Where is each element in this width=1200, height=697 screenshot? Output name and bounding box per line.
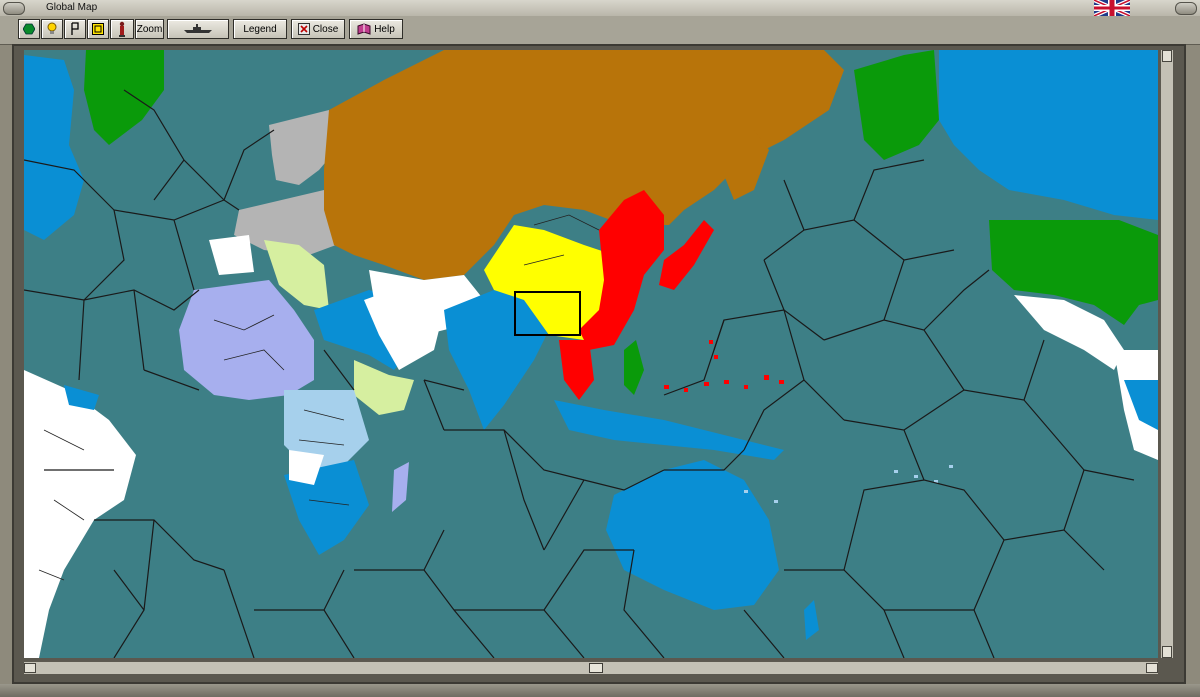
bulb-icon [47,22,57,34]
window-ornament-icon [1175,2,1197,15]
scroll-left-arrow-icon[interactable] [24,663,36,673]
book-icon [357,23,371,35]
close-icon [297,23,310,35]
vertical-scrollbar[interactable] [1160,50,1173,658]
help-label: Help [374,23,395,35]
global-map[interactable] [24,50,1158,658]
close-button[interactable]: Close [291,19,345,39]
close-label: Close [312,23,339,35]
scroll-right-arrow-icon[interactable] [1146,663,1158,673]
horizontal-scrollbar[interactable] [24,661,1158,674]
zoom-label: Zoom [136,23,163,35]
legend-button[interactable]: Legend [233,19,287,39]
grid-icon [92,23,104,35]
flag-p-button[interactable] [64,19,86,39]
window-ornament-icon [3,2,25,15]
flag-p-icon [71,22,79,35]
uk-flag-icon [1094,0,1130,16]
scroll-down-arrow-icon[interactable] [1162,646,1172,658]
hexagon-button[interactable] [18,19,40,39]
horizontal-scroll-thumb[interactable] [589,663,603,673]
ship-icon [184,24,212,33]
help-button[interactable]: Help [349,19,403,39]
window-title: Global Map [46,2,98,13]
bulb-button[interactable] [41,19,63,39]
toolbar: Zoom Legend Close Help [0,16,1200,45]
window-bottom-border [0,684,1200,697]
map-canvas[interactable] [24,50,1158,658]
soldier-button[interactable] [110,19,134,39]
scroll-up-arrow-icon[interactable] [1162,50,1172,62]
soldier-icon [119,21,125,37]
grid-button[interactable] [87,19,109,39]
zoom-button[interactable]: Zoom [135,19,164,39]
legend-label: Legend [243,23,277,35]
ship-button[interactable] [167,19,229,39]
hexagon-icon [23,23,35,35]
title-bar: Global Map [0,0,1200,17]
